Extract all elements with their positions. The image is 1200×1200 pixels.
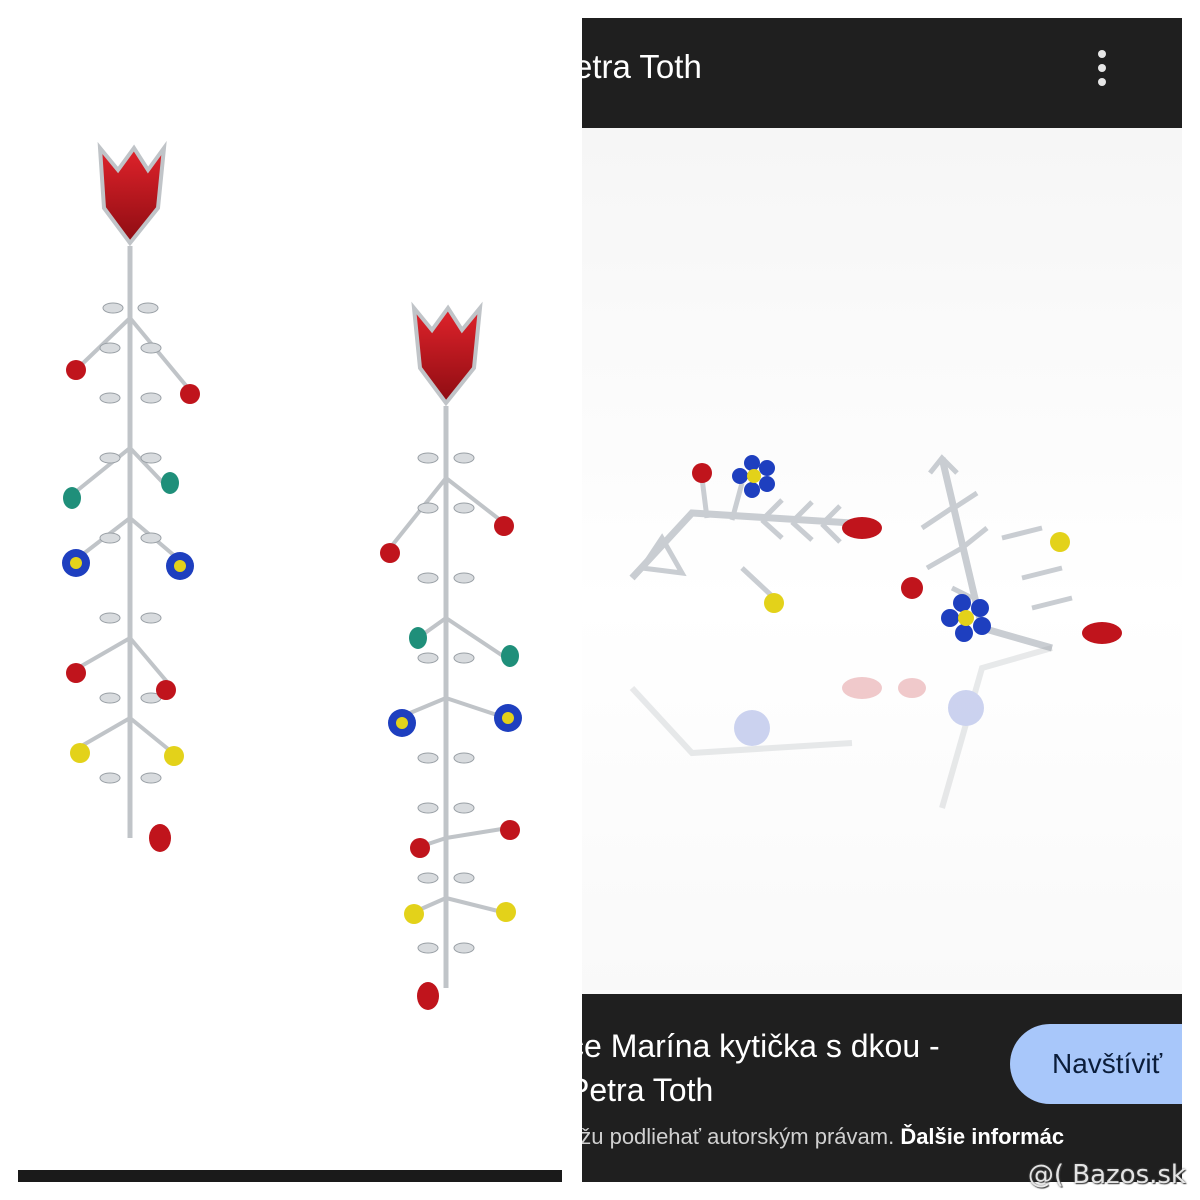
right-stud-earring (901, 454, 1122, 652)
result-info-bar: ce Marína kytička s dkou - Petra Toth Na… (582, 994, 1182, 1182)
visit-button[interactable]: Navštíviť (1010, 1024, 1182, 1104)
stud-earrings-photo[interactable] (582, 128, 1182, 994)
bazos-watermark: @( Bazos.sk (1027, 1160, 1186, 1190)
dangling-earrings-image (62, 140, 522, 1010)
result-title[interactable]: ce Marína kytička s dkou - Petra Toth (582, 1024, 968, 1112)
copyright-notice: ôžu podliehať autorským právam. Ďalšie i… (582, 1124, 1064, 1150)
photo-collage: etra Toth ce Marína kytička s dkou - Pet… (0, 0, 1200, 1200)
copyright-text: ôžu podliehať autorským právam. (582, 1124, 901, 1149)
reflection (629, 645, 1053, 809)
viewer-top-bar: etra Toth (582, 18, 1182, 128)
left-stud-earring (629, 455, 882, 613)
earring-short (380, 301, 522, 1010)
earrings-product-photo (18, 18, 562, 1182)
image-viewer-screenshot: etra Toth ce Marína kytička s dkou - Pet… (582, 18, 1182, 1182)
source-title[interactable]: etra Toth (582, 48, 702, 86)
stud-earrings-image (629, 454, 1122, 809)
more-vert-icon[interactable] (1092, 50, 1112, 94)
bottom-bar (18, 1170, 562, 1182)
more-info-link[interactable]: Ďalšie informác (900, 1124, 1064, 1149)
earring-long (62, 140, 200, 852)
